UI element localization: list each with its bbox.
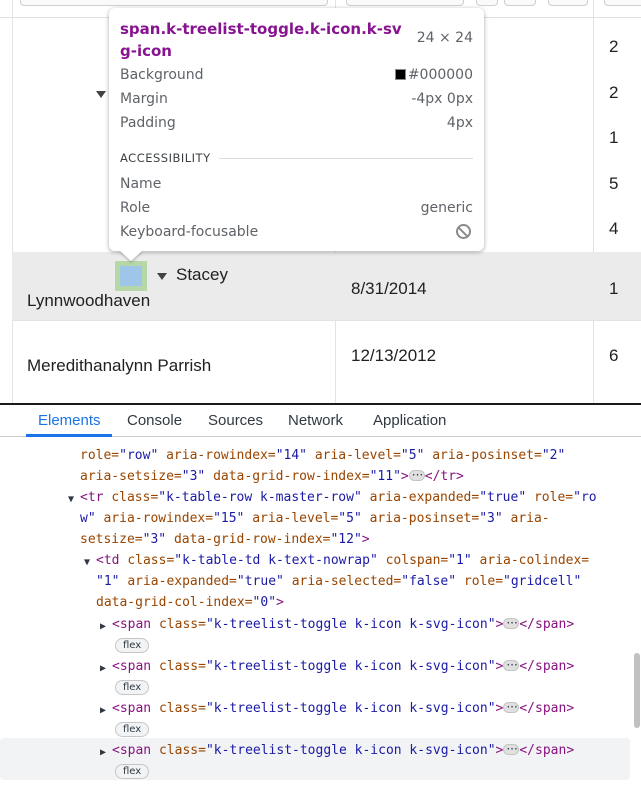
filter-button-1[interactable] (476, 0, 498, 6)
row-number: 1 (609, 128, 619, 147)
ellipsis-icon[interactable] (503, 613, 520, 634)
tab-console[interactable]: Console (127, 412, 182, 429)
row-name: Meredithanalynn Parrish (27, 356, 212, 375)
table-row[interactable]: Meredithanalynn Parrish 12/13/2012 6 (12, 321, 641, 403)
code-line: aria-setsize="3" data-grid-row-index="11… (80, 465, 464, 488)
tooltip-accessibility-heading: ACCESSIBILITY (120, 151, 211, 165)
tooltip-padding-label: Padding (120, 115, 176, 131)
row-name-second: Lynnwoodhaven (27, 291, 151, 310)
elements-scrollbar[interactable] (634, 653, 640, 728)
row-date: 8/31/2014 (351, 279, 427, 298)
tooltip-role-label: Role (120, 200, 151, 216)
tooltip-name-row: Name (120, 176, 473, 196)
row-number: 5 (609, 174, 619, 193)
tooltip-padding-value: 4px (446, 115, 473, 131)
row-date: 12/13/2012 (351, 346, 437, 365)
row-name-first: Stacey (176, 265, 228, 284)
span-node[interactable]: <span class="k-treelist-toggle k-icon k-… (112, 613, 574, 636)
code-line: role="row" aria-rowindex="14" aria-level… (80, 448, 566, 463)
devtools-panel: Elements Console Sources Network Applica… (0, 403, 641, 786)
code-line[interactable]: <tr class="k-table-row k-master-row" ari… (80, 488, 597, 509)
color-swatch-icon (394, 69, 406, 80)
tooltip-margin-row: Margin -4px 0px (120, 91, 473, 111)
tooltip-divider (219, 158, 473, 159)
elements-tree: role="row" aria-rowindex="14" aria-level… (0, 438, 641, 786)
flex-badge[interactable]: flex (115, 680, 150, 695)
tooltip-background-label: Background (120, 67, 204, 83)
collapsed-triangle-icon[interactable]: ▶ (100, 659, 106, 680)
inspected-element-content (120, 266, 142, 286)
filter-input-1[interactable] (20, 0, 328, 6)
expand-triangle-icon[interactable]: ▼ (84, 553, 90, 574)
ellipsis-icon[interactable] (408, 465, 425, 486)
code-line: setsize="3" data-grid-row-index="12"> (80, 532, 370, 547)
code-line[interactable]: <td class="k-table-td k-text-nowrap" col… (96, 551, 589, 572)
filter-input-3[interactable] (604, 0, 641, 6)
row-number: 4 (609, 219, 619, 238)
ellipsis-icon[interactable] (503, 739, 520, 760)
ellipsis-icon[interactable] (503, 697, 520, 718)
tooltip-background-row: Background #000000 (120, 67, 473, 87)
collapsed-triangle-icon[interactable]: ▶ (100, 617, 106, 638)
tooltip-arrow (119, 250, 143, 261)
filter-button-3[interactable] (548, 0, 588, 6)
tooltip-name-label: Name (120, 176, 162, 192)
filter-input-2[interactable] (346, 0, 464, 6)
inspected-element-overlay (115, 261, 147, 291)
tooltip-padding-row: Padding 4px (120, 115, 473, 135)
code-line: data-grid-col-index="0"> (96, 595, 284, 610)
tab-sources[interactable]: Sources (208, 412, 263, 429)
row-number: 2 (609, 37, 619, 56)
collapsed-triangle-icon[interactable]: ▶ (100, 701, 106, 722)
tooltip-background-value: #000000 (407, 67, 473, 83)
tooltip-role-value: generic (420, 200, 473, 216)
row-number: 1 (609, 279, 619, 298)
tooltip-background-value-wrap: #000000 (394, 67, 473, 83)
active-tab-indicator (26, 434, 112, 437)
flex-badge[interactable]: flex (115, 764, 150, 779)
expand-triangle-icon[interactable]: ▼ (68, 490, 74, 511)
devtools-tabbar: Elements Console Sources Network Applica… (0, 405, 641, 437)
tooltip-role-row: Role generic (120, 200, 473, 220)
code-line: "1" aria-expanded="true" aria-selected="… (96, 574, 582, 589)
tab-elements[interactable]: Elements (38, 412, 101, 429)
span-node-selected[interactable]: <span class="k-treelist-toggle k-icon k-… (112, 739, 574, 762)
tooltip-keyboard-row: Keyboard-focusable (120, 224, 473, 244)
filter-button-2[interactable] (504, 0, 536, 6)
flex-badge[interactable]: flex (115, 638, 150, 653)
code-line: w" aria-rowindex="15" aria-level="5" ari… (80, 511, 550, 526)
expand-caret-icon[interactable] (157, 273, 167, 280)
tooltip-selector: span.k-treelist-toggle.k-icon.k-svg-icon (120, 20, 402, 60)
row-number: 2 (609, 83, 619, 102)
tooltip-keyboard-label: Keyboard-focusable (120, 224, 259, 240)
flex-badge[interactable]: flex (115, 722, 150, 737)
tooltip-margin-label: Margin (120, 91, 168, 107)
tab-application[interactable]: Application (373, 412, 446, 429)
inspect-tooltip: span.k-treelist-toggle.k-icon.k-svg-icon… (109, 8, 484, 251)
span-node[interactable]: <span class="k-treelist-toggle k-icon k-… (112, 697, 574, 720)
table-row-highlighted[interactable]: Stacey Lynnwoodhaven 8/31/2014 1 (12, 252, 641, 321)
tooltip-margin-value: -4px 0px (411, 91, 473, 107)
not-allowed-icon (456, 224, 471, 240)
row-number: 6 (609, 346, 619, 365)
tooltip-size: 24 × 24 (416, 30, 473, 46)
tab-network[interactable]: Network (288, 412, 343, 429)
ellipsis-icon[interactable] (503, 655, 520, 676)
expand-caret-icon[interactable] (96, 91, 106, 98)
collapsed-triangle-icon[interactable]: ▶ (100, 743, 106, 764)
span-node[interactable]: <span class="k-treelist-toggle k-icon k-… (112, 655, 574, 678)
